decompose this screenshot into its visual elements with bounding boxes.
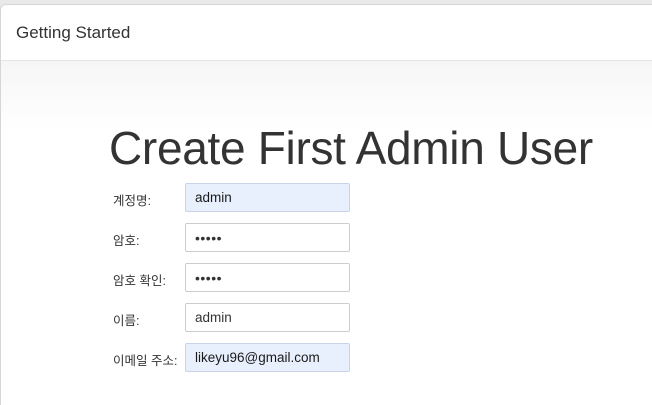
username-label: 계정명:: [113, 194, 151, 208]
password-confirm-row: 암호 확인:: [1, 263, 652, 293]
setup-wizard-window: Getting Started Create First Admin User …: [0, 4, 652, 405]
password-confirm-label: 암호 확인:: [113, 274, 166, 288]
email-input[interactable]: [185, 343, 350, 372]
password-row: 암호:: [1, 223, 652, 253]
password-confirm-input[interactable]: [185, 263, 350, 292]
header-title: Getting Started: [16, 23, 131, 42]
full-name-row: 이름:: [1, 303, 652, 333]
wizard-header: Getting Started: [1, 5, 652, 61]
username-row: 계정명:: [1, 183, 652, 213]
page-title: Create First Admin User: [109, 122, 593, 174]
email-row: 이메일 주소:: [1, 343, 652, 373]
full-name-input[interactable]: [185, 303, 350, 332]
username-input[interactable]: [185, 183, 350, 212]
full-name-label: 이름:: [113, 314, 140, 328]
wizard-content: Create First Admin User 계정명: 암호: 암호 확인: …: [1, 61, 652, 405]
email-label: 이메일 주소:: [113, 354, 178, 368]
password-label: 암호:: [113, 234, 140, 248]
password-input[interactable]: [185, 223, 350, 252]
